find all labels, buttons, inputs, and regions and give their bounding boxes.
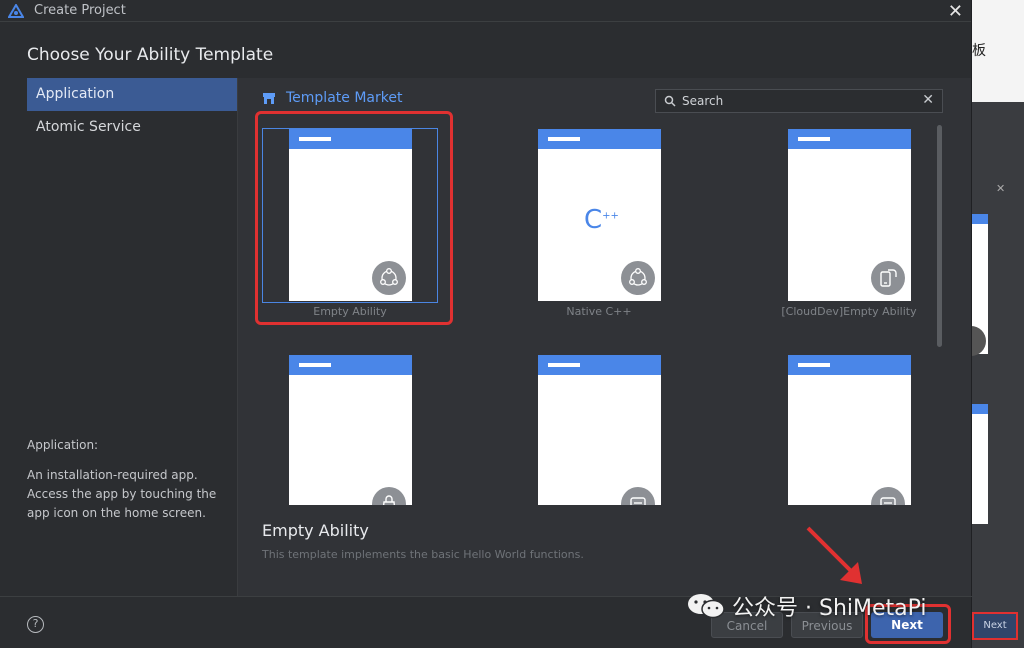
search-icon bbox=[664, 95, 676, 107]
bag-icon bbox=[372, 487, 406, 505]
window-title: Create Project bbox=[34, 3, 126, 18]
ability-icon bbox=[621, 261, 655, 295]
help-icon[interactable]: ? bbox=[27, 616, 44, 633]
template-label: Native C++ bbox=[566, 305, 632, 318]
card-icon bbox=[871, 487, 905, 505]
sidebar-item-application[interactable]: Application bbox=[27, 78, 237, 111]
selected-template-description: This template implements the basic Hello… bbox=[262, 548, 584, 561]
watermark: 公众号 · ShiMetaPi bbox=[686, 590, 927, 622]
create-project-dialog: Create Project ✕ Choose Your Ability Tem… bbox=[0, 0, 972, 648]
clear-search-icon[interactable]: ✕ bbox=[922, 92, 934, 108]
template-card-clouddev-empty-ability[interactable] bbox=[788, 129, 911, 301]
template-card-5[interactable] bbox=[538, 355, 661, 505]
sidebar-description: Application: An installation-required ap… bbox=[27, 436, 227, 523]
title-bar: Create Project ✕ bbox=[0, 0, 971, 22]
cpp-icon: C++ bbox=[584, 205, 619, 235]
description-title: Application: bbox=[27, 438, 99, 452]
template-card-native-cpp[interactable]: C++ bbox=[538, 129, 661, 301]
app-logo-icon bbox=[8, 3, 24, 18]
search-input[interactable] bbox=[682, 94, 912, 108]
search-box: ✕ bbox=[655, 89, 943, 113]
sidebar: Application Atomic Service bbox=[27, 78, 237, 144]
template-scrollbar[interactable] bbox=[937, 125, 942, 347]
background-next-button: Next bbox=[972, 612, 1018, 640]
background-close-icon: ✕ bbox=[996, 182, 1006, 195]
template-market-title: Template Market bbox=[286, 90, 403, 106]
sidebar-item-atomic-service[interactable]: Atomic Service bbox=[27, 111, 237, 144]
close-icon[interactable]: ✕ bbox=[948, 1, 963, 22]
background-text: 板 bbox=[972, 43, 986, 59]
background-card bbox=[970, 404, 988, 524]
page-title: Choose Your Ability Template bbox=[27, 45, 274, 65]
template-label: [CloudDev]Empty Ability bbox=[781, 305, 917, 318]
wechat-icon bbox=[688, 594, 725, 619]
annotation-arrow-icon bbox=[806, 526, 862, 584]
cloud-device-icon bbox=[871, 261, 905, 295]
selected-template-title: Empty Ability bbox=[262, 521, 369, 540]
template-market-header[interactable]: Template Market bbox=[262, 90, 402, 106]
cpp-glyph: C bbox=[584, 205, 603, 235]
watermark-text: 公众号 · ShiMetaPi bbox=[732, 596, 927, 621]
template-card-4[interactable] bbox=[289, 355, 412, 505]
highlight-box-template bbox=[255, 111, 453, 325]
cpp-sup: ++ bbox=[602, 210, 619, 222]
card-icon bbox=[621, 487, 655, 505]
template-card-6[interactable] bbox=[788, 355, 911, 505]
store-icon bbox=[263, 93, 275, 104]
description-body: An installation-required app. Access the… bbox=[27, 468, 217, 520]
